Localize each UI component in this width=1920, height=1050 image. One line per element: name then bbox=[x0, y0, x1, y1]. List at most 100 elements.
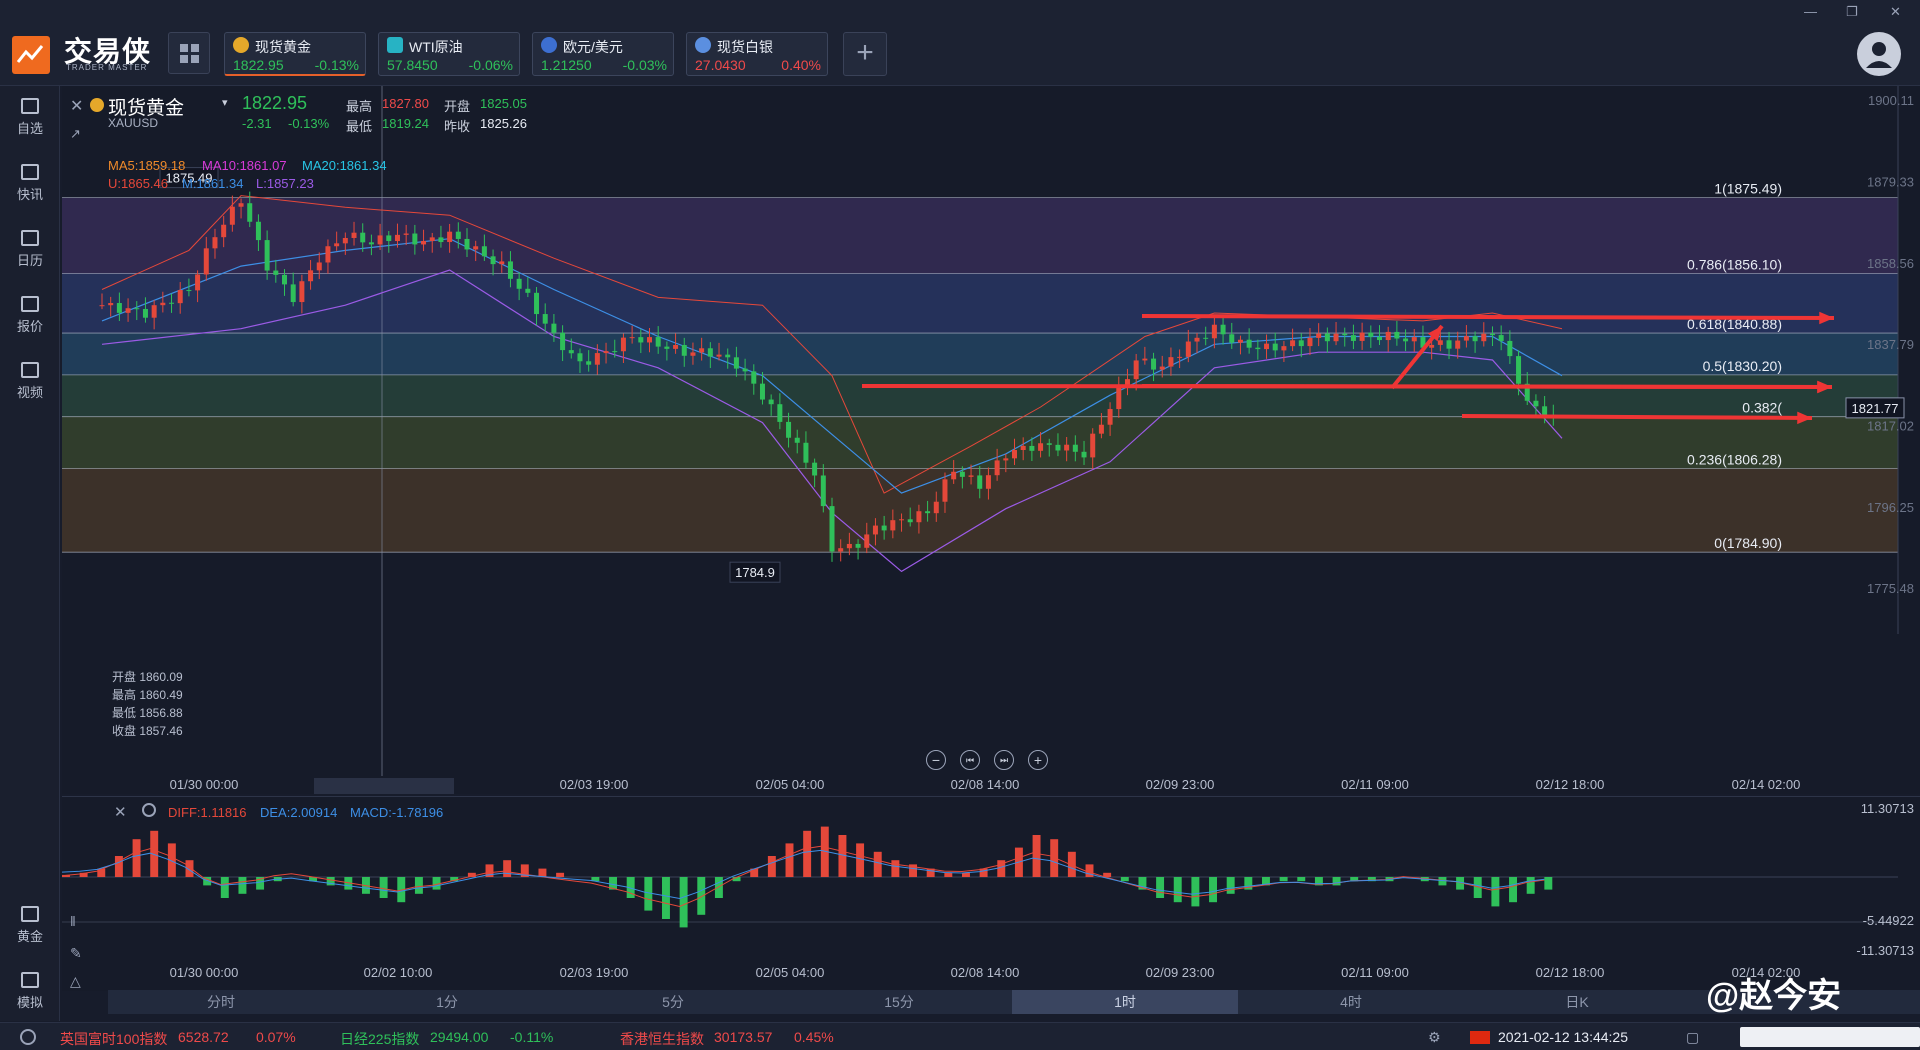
candle-body bbox=[1237, 339, 1243, 343]
candle-body bbox=[1003, 458, 1009, 461]
scroll-start-icon[interactable]: ⏮ bbox=[960, 750, 980, 770]
sidebar-item-watchlist[interactable]: 自选 bbox=[0, 98, 60, 137]
tab-timeframe-15m[interactable]: 15分 bbox=[786, 990, 1012, 1014]
timeframe-bar: 分时 1分 5分 15分 1时 4时 日K bbox=[108, 990, 1920, 1014]
tab-timeframe-5m[interactable]: 5分 bbox=[560, 990, 786, 1014]
candle-body bbox=[394, 234, 400, 242]
candle-body bbox=[238, 203, 244, 207]
candle-body bbox=[907, 519, 913, 523]
quote-card-silver[interactable]: 现货白银 27.0430 0.40% bbox=[686, 32, 828, 76]
close-macd-icon[interactable]: ✕ bbox=[114, 803, 127, 821]
ma10-label: MA10:1861.07 bbox=[202, 158, 287, 173]
quote-card-eurusd[interactable]: 欧元/美元 1.21250 -0.03% bbox=[532, 32, 674, 76]
candle-body bbox=[1333, 333, 1339, 342]
candle-body bbox=[1472, 336, 1478, 342]
macd-bar bbox=[1491, 877, 1500, 907]
settings-icon[interactable] bbox=[142, 803, 156, 817]
high-label: 最高 bbox=[346, 99, 373, 114]
candle-body bbox=[647, 337, 652, 343]
price-chart[interactable]: 1(1875.49) 0.786(1856.10) 0.618(1840.88) 0.… bbox=[62, 86, 1920, 794]
add-quote-button[interactable]: + bbox=[843, 32, 887, 76]
macd-y-tick: -11.30713 bbox=[1856, 943, 1914, 958]
tools-icon[interactable]: ⚙ bbox=[1428, 1029, 1441, 1046]
candle-body bbox=[377, 235, 383, 245]
candle-body bbox=[586, 361, 592, 365]
candle-body bbox=[846, 543, 852, 549]
close-window-icon[interactable]: ✕ bbox=[1890, 4, 1901, 20]
ohlc-close: 收盘 1857.46 bbox=[112, 724, 183, 738]
ticker-name[interactable]: 香港恒生指数 bbox=[620, 1029, 704, 1049]
candle-body bbox=[829, 506, 835, 552]
macd-bar bbox=[503, 860, 512, 877]
candle-body bbox=[664, 346, 670, 349]
candle-body bbox=[134, 308, 140, 310]
ticker-name[interactable]: 日经225指数 bbox=[340, 1029, 419, 1049]
candle-body bbox=[342, 237, 348, 244]
candle-body bbox=[673, 344, 679, 349]
macd-x-tick: 02/12 18:00 bbox=[1536, 965, 1605, 980]
candle-body bbox=[959, 471, 965, 477]
fib-tool-icon[interactable]: △ bbox=[70, 973, 81, 990]
fib-band bbox=[62, 416, 1898, 469]
restore-icon[interactable]: ❐ bbox=[1846, 4, 1858, 20]
candle-body bbox=[334, 243, 340, 247]
sidebar-item-calendar[interactable]: 日历 bbox=[0, 230, 60, 269]
user-avatar[interactable] bbox=[1857, 32, 1901, 76]
candle-body bbox=[925, 511, 931, 514]
sidebar-item-news[interactable]: 快讯 bbox=[0, 164, 60, 203]
x-tick-label: 02/09 23:00 bbox=[1146, 777, 1215, 792]
tab-timeframe-4h[interactable]: 4时 bbox=[1238, 990, 1464, 1014]
screenshot-icon[interactable]: ▢ bbox=[1686, 1029, 1699, 1046]
zoom-out-icon[interactable]: − bbox=[926, 750, 946, 770]
quote-price: 57.8450 bbox=[387, 57, 438, 73]
brand-subtitle: TRADER MASTER bbox=[66, 63, 148, 72]
draw-tool-icon[interactable]: ↗ bbox=[70, 126, 88, 144]
candle-body bbox=[560, 332, 566, 351]
tab-timeframe-1h[interactable]: 1时 bbox=[1012, 990, 1238, 1014]
fib-level-label: 0.236(1806.28) bbox=[1687, 452, 1782, 468]
chevron-down-icon[interactable]: ▾ bbox=[222, 96, 228, 109]
sidebar-item-quotes[interactable]: 报价 bbox=[0, 296, 60, 335]
tab-timeframe-day[interactable]: 日K bbox=[1464, 990, 1690, 1014]
quote-price: 27.0430 bbox=[695, 57, 746, 73]
candle-body bbox=[994, 460, 1000, 476]
indicator-tool-icon[interactable]: ‖ bbox=[70, 913, 76, 929]
candle-body bbox=[516, 278, 522, 289]
sidebar-item-gold[interactable]: 黄金 bbox=[0, 906, 60, 945]
grid-icon bbox=[180, 44, 199, 63]
tab-timeframe-tick[interactable]: 分时 bbox=[108, 990, 334, 1014]
ma5-label: MA5:1859.18 bbox=[108, 158, 186, 173]
scroll-end-icon[interactable]: ⏭ bbox=[994, 750, 1014, 770]
macd-bar bbox=[962, 872, 970, 877]
candle-body bbox=[499, 261, 505, 265]
candle-body bbox=[777, 404, 783, 422]
close-chart-icon[interactable]: ✕ bbox=[70, 96, 88, 115]
macd-bar bbox=[1438, 877, 1447, 886]
headset-icon[interactable] bbox=[20, 1029, 36, 1045]
macd-bar bbox=[662, 877, 670, 919]
macd-value-label: MACD:-1.78196 bbox=[350, 805, 444, 820]
quote-card-gold[interactable]: 现货黄金 1822.95 -0.13% bbox=[224, 32, 366, 76]
macd-panel[interactable]: 11.30713 -5.44922 -11.30713 01/30 00:00 02/0… bbox=[61, 796, 1920, 991]
symbol-change: -2.31 bbox=[242, 116, 272, 131]
fib-band bbox=[62, 273, 1898, 334]
ticker-name[interactable]: 英国富时100指数 bbox=[60, 1029, 167, 1049]
sidebar-item-simulate[interactable]: 模拟 bbox=[0, 972, 60, 1011]
oil-icon bbox=[387, 37, 403, 53]
pencil-icon[interactable]: ✎ bbox=[70, 945, 82, 962]
macd-y-tick: 11.30713 bbox=[1861, 801, 1914, 816]
candle-body bbox=[716, 354, 722, 357]
minimize-icon[interactable]: — bbox=[1804, 4, 1817, 19]
candle-body bbox=[1133, 360, 1139, 380]
layout-grid-button[interactable] bbox=[168, 32, 210, 74]
candle-body bbox=[1507, 340, 1513, 357]
sidebar-item-video[interactable]: 视频 bbox=[0, 362, 60, 401]
low-label: 最低 bbox=[346, 119, 373, 134]
candle-body bbox=[325, 246, 331, 263]
zoom-in-icon[interactable]: + bbox=[1028, 750, 1048, 770]
candle-body bbox=[108, 303, 114, 306]
quote-card-oil[interactable]: WTI原油 57.8450 -0.06% bbox=[378, 32, 520, 76]
tab-timeframe-1m[interactable]: 1分 bbox=[334, 990, 560, 1014]
macd-dea-label: DEA:2.00914 bbox=[260, 805, 338, 820]
fib-band bbox=[62, 374, 1898, 417]
